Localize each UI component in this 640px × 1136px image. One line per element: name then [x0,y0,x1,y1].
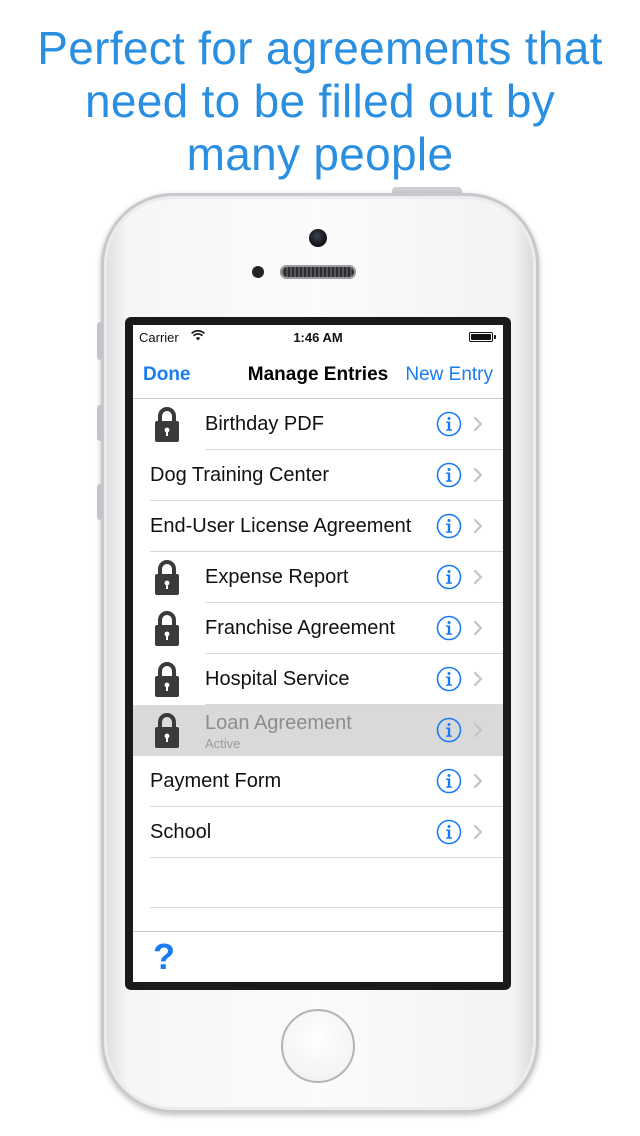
list-item[interactable]: End-User License Agreement [133,501,503,552]
info-icon[interactable] [436,717,462,743]
entry-label: Loan Agreement [205,712,352,734]
list-item[interactable]: Loan Agreement Active [133,705,503,756]
entries-list: Birthday PDF Dog Training Center End-User … [133,399,503,858]
new-entry-button[interactable]: New Entry [405,364,493,386]
info-icon[interactable] [436,768,462,794]
headline-line-1: Perfect for agreements that [37,22,603,74]
lock-icon [154,559,180,596]
mute-switch [97,322,103,360]
lock-icon [154,661,180,698]
headline-line-2: need to be filled out by [84,75,556,127]
entry-label: Franchise Agreement [205,617,396,639]
lock-icon [154,610,180,647]
list-item[interactable]: Expense Report [133,552,503,603]
list-item[interactable]: Dog Training Center [133,450,503,501]
entry-label: End-User License Agreement [150,515,412,537]
list-item[interactable]: Franchise Agreement [133,603,503,654]
chevron-right-icon [473,569,483,585]
list-item[interactable]: Birthday PDF [133,399,503,450]
list-item[interactable]: Hospital Service [133,654,503,705]
chevron-right-icon [473,620,483,636]
entry-label: Expense Report [205,566,349,588]
info-icon[interactable] [436,411,462,437]
battery-icon [469,332,496,342]
help-button[interactable]: ? [153,936,175,978]
navigation-bar: Done Manage Entries New Entry [133,349,503,399]
entry-label: Payment Form [150,770,282,792]
status-bar: Carrier 1:46 AM [133,325,503,349]
empty-row-separator [150,907,503,908]
promo-headline: Perfect for agreements that need to be f… [0,22,640,181]
chevron-right-icon [473,467,483,483]
entry-label: Birthday PDF [205,413,324,435]
entry-label: School [150,821,212,843]
row-separator [150,857,503,858]
list-item[interactable]: School [133,807,503,858]
bottom-toolbar: ? [133,931,503,982]
list-item[interactable]: Payment Form [133,756,503,807]
entry-label: Hospital Service [205,668,350,690]
home-button [281,1009,355,1083]
front-camera [309,229,327,247]
chevron-right-icon [473,773,483,789]
chevron-right-icon [473,722,483,738]
volume-down-button [97,484,103,520]
chevron-right-icon [473,824,483,840]
proximity-sensor [252,266,264,278]
status-time: 1:46 AM [293,330,343,345]
chevron-right-icon [473,518,483,534]
info-icon[interactable] [436,462,462,488]
info-icon[interactable] [436,819,462,845]
chevron-right-icon [473,671,483,687]
earpiece-speaker [280,265,356,279]
lock-icon [154,406,180,443]
headline-line-3: many people [186,128,454,180]
info-icon[interactable] [436,564,462,590]
info-icon[interactable] [436,615,462,641]
entry-label: Dog Training Center [150,464,329,486]
volume-up-button [97,405,103,441]
info-icon[interactable] [436,666,462,692]
chevron-right-icon [473,416,483,432]
info-icon[interactable] [436,513,462,539]
lock-icon [154,712,180,749]
entry-status: Active [205,736,241,751]
app-screen: Carrier 1:46 AM Done Manage Entries New … [133,325,503,982]
